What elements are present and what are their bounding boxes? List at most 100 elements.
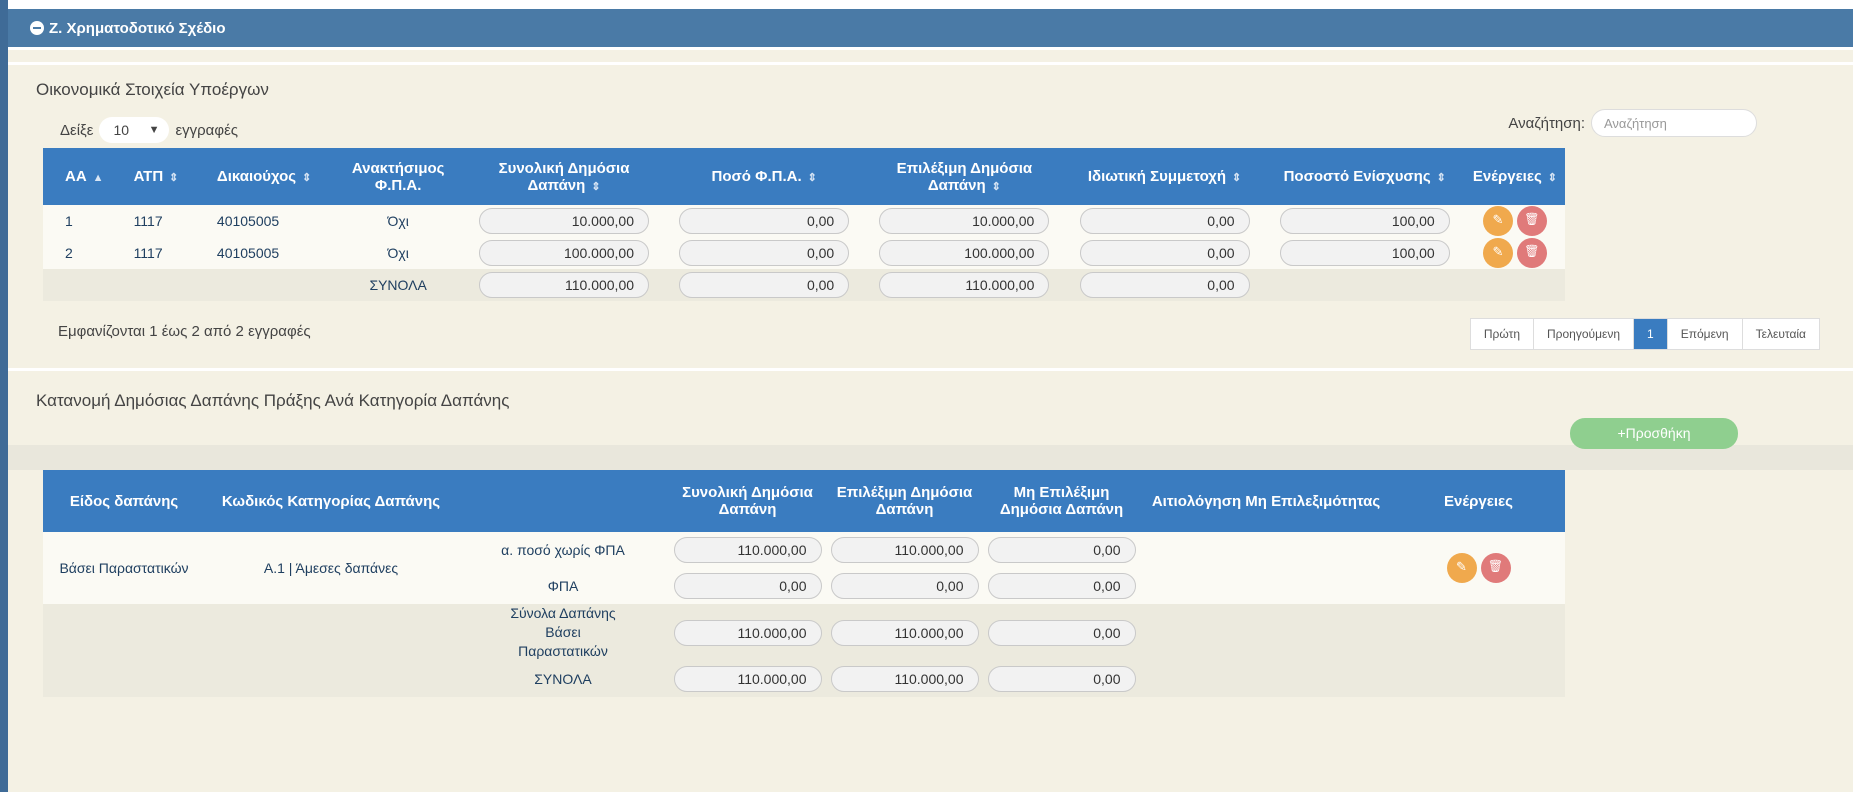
subtotal-non-eligible: 0,00 — [987, 619, 1136, 646]
cell-vat-recoverable: Όχι — [387, 245, 409, 261]
total-public-field: 10.000,00 — [479, 208, 650, 234]
page-length-control: Δείξε 10 ▼ εγγραφές — [60, 117, 238, 143]
add-button[interactable]: +Προσθήκη — [1570, 418, 1738, 449]
page-length-select[interactable]: 10 ▼ — [99, 117, 170, 143]
delete-button[interactable] — [1516, 238, 1547, 268]
section-title: Ζ. Χρηματοδοτικό Σχέδιο — [49, 19, 226, 37]
sort-icon: ⇕ — [1436, 172, 1446, 184]
vat-field: 0,00 — [679, 240, 850, 266]
col-actions: Ενέργειες — [1392, 470, 1565, 532]
col-justification: Αιτιολόγηση Μη Επιλεξιμότητας — [1140, 470, 1392, 532]
grand-total-label: ΣΥΝΟΛΑ — [534, 671, 592, 687]
sort-icon: ⇕ — [591, 180, 601, 193]
sort-asc-icon: ▲ — [92, 172, 104, 184]
col-total-public[interactable]: Συνολική Δημόσια Δαπάνη ⇕ — [463, 148, 665, 205]
divider — [8, 62, 1853, 65]
pager-prev[interactable]: Προηγούμενη — [1534, 319, 1635, 349]
section-header[interactable]: Ζ. Χρηματοδοτικό Σχέδιο — [8, 9, 1853, 47]
total-public-sum: 110.000,00 — [479, 272, 650, 298]
eligible-public-field: 10.000,00 — [879, 208, 1050, 234]
pager-last[interactable]: Τελευταία — [1743, 319, 1819, 349]
col-total: Συνολική Δημόσια Δαπάνη — [669, 470, 826, 532]
show-suffix: εγγραφές — [175, 121, 238, 139]
edit-button[interactable] — [1482, 238, 1513, 268]
sort-icon: ⇕ — [1232, 172, 1242, 184]
grand-total-non-eligible: 0,00 — [987, 666, 1136, 692]
eligible-public-field: 100.000,00 — [879, 240, 1050, 266]
col-vat[interactable]: Ποσό Φ.Π.Α. ⇕ — [664, 148, 865, 205]
cell-aa: 2 — [65, 245, 73, 261]
col-eligible-public[interactable]: Επιλέξιμη Δημόσια Δαπάνη ⇕ — [864, 148, 1065, 205]
private-field: 0,00 — [1079, 208, 1250, 234]
col-private[interactable]: Ιδιωτική Συμμετοχή ⇕ — [1064, 148, 1265, 205]
cell-code: Α.1 | Άμεσες δαπάνες — [263, 560, 399, 576]
table-row: 1 1117 40105005 Όχι 10.000,00 0,00 10.00… — [43, 205, 1565, 237]
search-control: Αναζήτηση: — [1508, 109, 1757, 137]
sort-icon: ⇕ — [807, 172, 817, 184]
sort-icon: ⇕ — [169, 172, 179, 184]
private-sum: 0,00 — [1079, 272, 1250, 298]
col-atp[interactable]: ΑΤΠ ⇕ — [111, 148, 195, 205]
non-eligible-field: 0,00 — [987, 537, 1136, 563]
col-eligible: Επιλέξιμη Δημόσια Δαπάνη — [826, 470, 983, 532]
cell-vat-recoverable: Όχι — [387, 213, 409, 229]
divider — [8, 368, 1853, 371]
pager-current[interactable]: 1 — [1634, 319, 1668, 349]
table-row: 2 1117 40105005 Όχι 100.000,00 0,00 100.… — [43, 237, 1565, 269]
rate-field: 100,00 — [1279, 208, 1450, 234]
cell-atp: 1117 — [133, 213, 163, 229]
show-prefix: Δείξε — [60, 121, 94, 139]
col-non-eligible: Μη Επιλέξιμη Δημόσια Δαπάνη — [983, 470, 1140, 532]
toolbar-band — [8, 445, 1853, 470]
sort-icon: ⇕ — [302, 172, 312, 184]
col-beneficiary[interactable]: Δικαιούχος ⇕ — [194, 148, 333, 205]
edit-button[interactable] — [1482, 206, 1513, 236]
eligible-public-sum: 110.000,00 — [879, 272, 1050, 298]
page-length-value: 10 — [113, 122, 130, 138]
sort-icon: ⇕ — [991, 180, 1001, 193]
edit-button[interactable] — [1446, 553, 1477, 583]
col-aa[interactable]: ΑΑ ▲ — [43, 148, 112, 205]
chevron-down-icon: ▼ — [148, 124, 160, 136]
rate-field: 100,00 — [1279, 240, 1450, 266]
total-public-field: 100.000,00 — [479, 240, 650, 266]
non-eligible-field: 0,00 — [987, 573, 1136, 599]
cell-beneficiary: 40105005 — [216, 245, 280, 261]
grand-total-total: 110.000,00 — [673, 666, 822, 692]
sort-icon: ⇕ — [1547, 172, 1557, 184]
table-row: Βάσει Παραστατικών Α.1 | Άμεσες δαπάνες … — [43, 532, 1565, 583]
total-field: 0,00 — [673, 573, 822, 599]
table-info: Εμφανίζονται 1 έως 2 από 2 εγγραφές — [58, 323, 311, 340]
vat-sum: 0,00 — [679, 272, 850, 298]
delete-button[interactable] — [1516, 206, 1547, 236]
collapse-icon[interactable] — [30, 21, 44, 35]
allocation-title: Κατανομή Δημόσιας Δαπάνης Πράξης Ανά Κατ… — [36, 391, 510, 410]
col-actions[interactable]: Ενέργειες ⇕ — [1464, 148, 1565, 205]
grand-total-row: ΣΥΝΟΛΑ 110.000,00 110.000,00 0,00 — [43, 661, 1565, 697]
grand-total-eligible: 110.000,00 — [830, 666, 979, 692]
cell-type: Βάσει Παραστατικών — [59, 560, 189, 576]
search-input[interactable] — [1591, 109, 1757, 137]
total-field: 110.000,00 — [673, 537, 822, 563]
eligible-field: 0,00 — [830, 573, 979, 599]
eligible-field: 110.000,00 — [830, 537, 979, 563]
subtotal-eligible: 110.000,00 — [830, 619, 979, 646]
pagination: Πρώτη Προηγούμενη 1 Επόμενη Τελευταία — [1469, 318, 1820, 350]
search-label: Αναζήτηση: — [1508, 114, 1585, 132]
subtotal-label: Σύνολα Δαπάνης Βάσει Παραστατικών — [510, 605, 616, 659]
col-type: Είδος δαπάνης — [43, 470, 205, 532]
totals-row: ΣΥΝΟΛΑ 110.000,00 0,00 110.000,00 0,00 — [43, 269, 1565, 301]
line-label: α. ποσό χωρίς ΦΠΑ — [501, 542, 625, 558]
cell-beneficiary: 40105005 — [216, 213, 280, 229]
vat-field: 0,00 — [679, 208, 850, 234]
pager-first[interactable]: Πρώτη — [1471, 319, 1534, 349]
col-vat-recoverable[interactable]: Ανακτήσιμος Φ.Π.Α. — [332, 148, 464, 205]
cell-aa: 1 — [65, 213, 73, 229]
subprojects-table: ΑΑ ▲ ΑΤΠ ⇕ Δικαιούχος ⇕ Ανακτήσιμος Φ.Π.Α. … — [43, 148, 1565, 301]
totals-label: ΣΥΝΟΛΑ — [369, 277, 427, 293]
delete-button[interactable] — [1480, 553, 1511, 583]
col-rate[interactable]: Ποσοστό Ενίσχυσης ⇕ — [1264, 148, 1465, 205]
pager-next[interactable]: Επόμενη — [1668, 319, 1743, 349]
allocation-table: Είδος δαπάνης Κωδικός Κατηγορίας Δαπάνης… — [43, 470, 1565, 697]
subtotal-total: 110.000,00 — [673, 619, 822, 646]
